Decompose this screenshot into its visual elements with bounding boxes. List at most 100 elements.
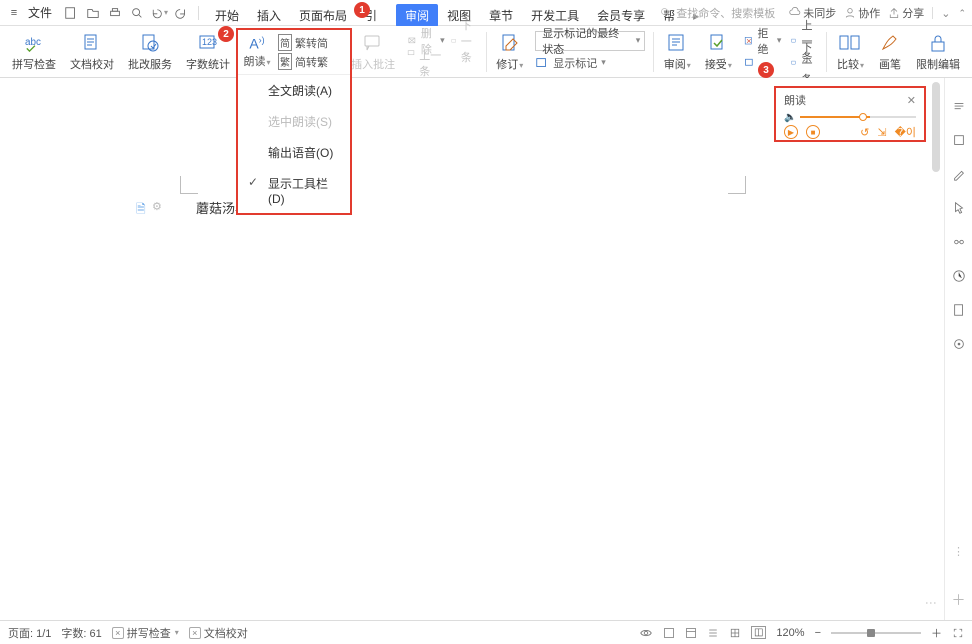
next-comment[interactable]: 下一条 (451, 31, 478, 51)
rt-dots-icon[interactable]: ⋮ (953, 545, 964, 558)
tab-layout[interactable]: 页面布局 (290, 4, 356, 27)
badge-3: 3 (758, 62, 774, 78)
sb-x-icon2: × (189, 627, 201, 639)
hamburger-icon[interactable]: ≡ (6, 5, 22, 21)
rg-spellcheck[interactable]: abc 拼写检查 (6, 28, 62, 76)
search-box[interactable]: 查找命令、搜索模板 (654, 3, 781, 23)
rg-restrict[interactable]: 限制编辑 (910, 28, 966, 76)
spellcheck-icon: abc (22, 32, 46, 54)
next-change[interactable]: 下一条 (791, 53, 818, 73)
pin-icon[interactable]: ⇲ (877, 126, 886, 139)
zoom-thumb[interactable] (867, 629, 875, 637)
tab-insert[interactable]: 插入 (248, 4, 290, 27)
delete-icon (407, 34, 417, 48)
menubar-right-sep (932, 7, 933, 19)
sb-words[interactable]: 字数: 61 (61, 625, 101, 641)
rg-pen[interactable]: 画笔 (872, 28, 908, 76)
rt-clock-icon[interactable] (951, 268, 967, 284)
show-final-combo[interactable]: 显示标记的最终状态 (535, 31, 645, 51)
vertical-scrollbar[interactable] (932, 82, 940, 616)
rg-approve[interactable]: 批改服务 (122, 28, 178, 76)
read-output[interactable]: 输出语音(O) (238, 137, 350, 168)
chevrons-icon[interactable]: ⌄ (941, 7, 950, 20)
s2t-btn[interactable]: 繁简转繁 (278, 53, 350, 70)
volume-icon: 🔈 (784, 112, 796, 123)
qa-new-icon[interactable] (62, 4, 80, 22)
zoom-slider[interactable] (831, 632, 921, 634)
docproof-icon (80, 32, 104, 54)
sb-view4-icon[interactable] (729, 627, 741, 639)
tab-start[interactable]: 开始 (206, 4, 248, 27)
read-toolbar[interactable]: ✓显示工具栏(D) (238, 168, 350, 213)
qa-print-icon[interactable] (106, 4, 124, 22)
rg-revise[interactable]: 修订▾ (490, 28, 529, 76)
ribbon-sep-3 (826, 32, 827, 72)
rt-pencil-icon[interactable] (951, 166, 967, 182)
rt-link-icon[interactable] (951, 234, 967, 250)
reject-btn[interactable]: 拒绝▾ (744, 31, 782, 51)
stop-icon[interactable]: ■ (806, 125, 820, 139)
sb-eye-icon[interactable] (639, 626, 653, 640)
rt-plus-icon[interactable]: ＋ (952, 590, 966, 610)
rt-page-icon[interactable] (951, 302, 967, 318)
sb-spell[interactable]: ×拼写检查▾ (112, 625, 179, 641)
sb-proof[interactable]: ×文档校对 (189, 625, 248, 641)
sb-zoom-in-icon[interactable]: ＋ (931, 625, 942, 641)
user-icon (844, 7, 856, 19)
rt-select-icon[interactable] (951, 98, 967, 114)
svg-text:123: 123 (202, 37, 217, 47)
prev2-icon (744, 57, 756, 69)
t2s-btn[interactable]: 简繁转简 (278, 34, 350, 51)
rt-tool-icon[interactable] (951, 336, 967, 352)
next-change-icon (791, 57, 797, 69)
sb-expand-icon[interactable] (952, 627, 964, 639)
rg-insert-comment[interactable]: 插入批注 (345, 28, 401, 76)
right-toolbar: ⋮ ＋ (944, 78, 972, 620)
sb-view3-icon[interactable] (707, 627, 719, 639)
file-menu[interactable]: 文件 (28, 4, 52, 21)
sb-fit-icon[interactable]: ◫ (751, 626, 766, 639)
ribbon-sep-1 (486, 32, 487, 72)
qa-redo-icon[interactable] (172, 4, 190, 22)
reject-icon (744, 34, 754, 48)
play-icon[interactable]: ▶ (784, 125, 798, 139)
tab-chapter[interactable]: 章节 (480, 4, 522, 27)
review-pane-icon (665, 32, 689, 54)
read-selection: 选中朗读(S) (238, 106, 350, 137)
scrollbar-thumb[interactable] (932, 82, 940, 172)
caret-down-icon[interactable]: ⌃ (958, 8, 966, 19)
rg-compare[interactable]: 比较▾ (831, 28, 870, 76)
rg-review[interactable]: 审阅▾ (658, 28, 697, 76)
share-icon (888, 7, 900, 19)
doc-gear-icon[interactable]: ⚙ (152, 200, 162, 213)
slider-thumb[interactable] (859, 113, 867, 121)
sb-zoom-out-icon[interactable]: − (815, 627, 821, 639)
next-icon (451, 35, 457, 47)
rg-accept[interactable]: 接受▾ (699, 28, 738, 76)
read-full[interactable]: 全文朗读(A) (238, 75, 350, 106)
badge-1: 1 (354, 2, 370, 18)
audio-slider[interactable]: 🔈 (784, 112, 916, 122)
share-link[interactable]: 分享 (888, 5, 924, 21)
sb-view1-icon[interactable] (663, 627, 675, 639)
qa-undo-icon[interactable]: ▾ (150, 4, 168, 22)
rg-docproof[interactable]: 文档校对 (64, 28, 120, 76)
rt-cursor-icon[interactable] (951, 200, 967, 216)
lock-icon (926, 32, 950, 54)
sb-x-icon: × (112, 627, 124, 639)
revise-icon (498, 32, 522, 54)
sb-zoom[interactable]: 120% (776, 627, 804, 639)
qa-preview-icon[interactable] (128, 4, 146, 22)
audio-close-icon[interactable]: ✕ (907, 94, 916, 107)
compare-icon (838, 32, 862, 54)
prev-comment[interactable]: 上一条 (407, 47, 445, 79)
ribbon: abc 拼写检查 文档校对 批改服务 123 字数统计 a中 翻译▾ 插入批注 … (0, 26, 972, 78)
sb-page[interactable]: 页面: 1/1 (8, 625, 51, 641)
rt-style-icon[interactable] (951, 132, 967, 148)
qa-open-icon[interactable] (84, 4, 102, 22)
sb-view2-icon[interactable] (685, 627, 697, 639)
settings-audio-icon[interactable]: �이 (895, 124, 916, 140)
read-button[interactable]: A›) 朗读▾ (238, 30, 276, 74)
history-icon[interactable]: ↺ (860, 126, 869, 139)
coop-link[interactable]: 协作 (844, 5, 880, 21)
